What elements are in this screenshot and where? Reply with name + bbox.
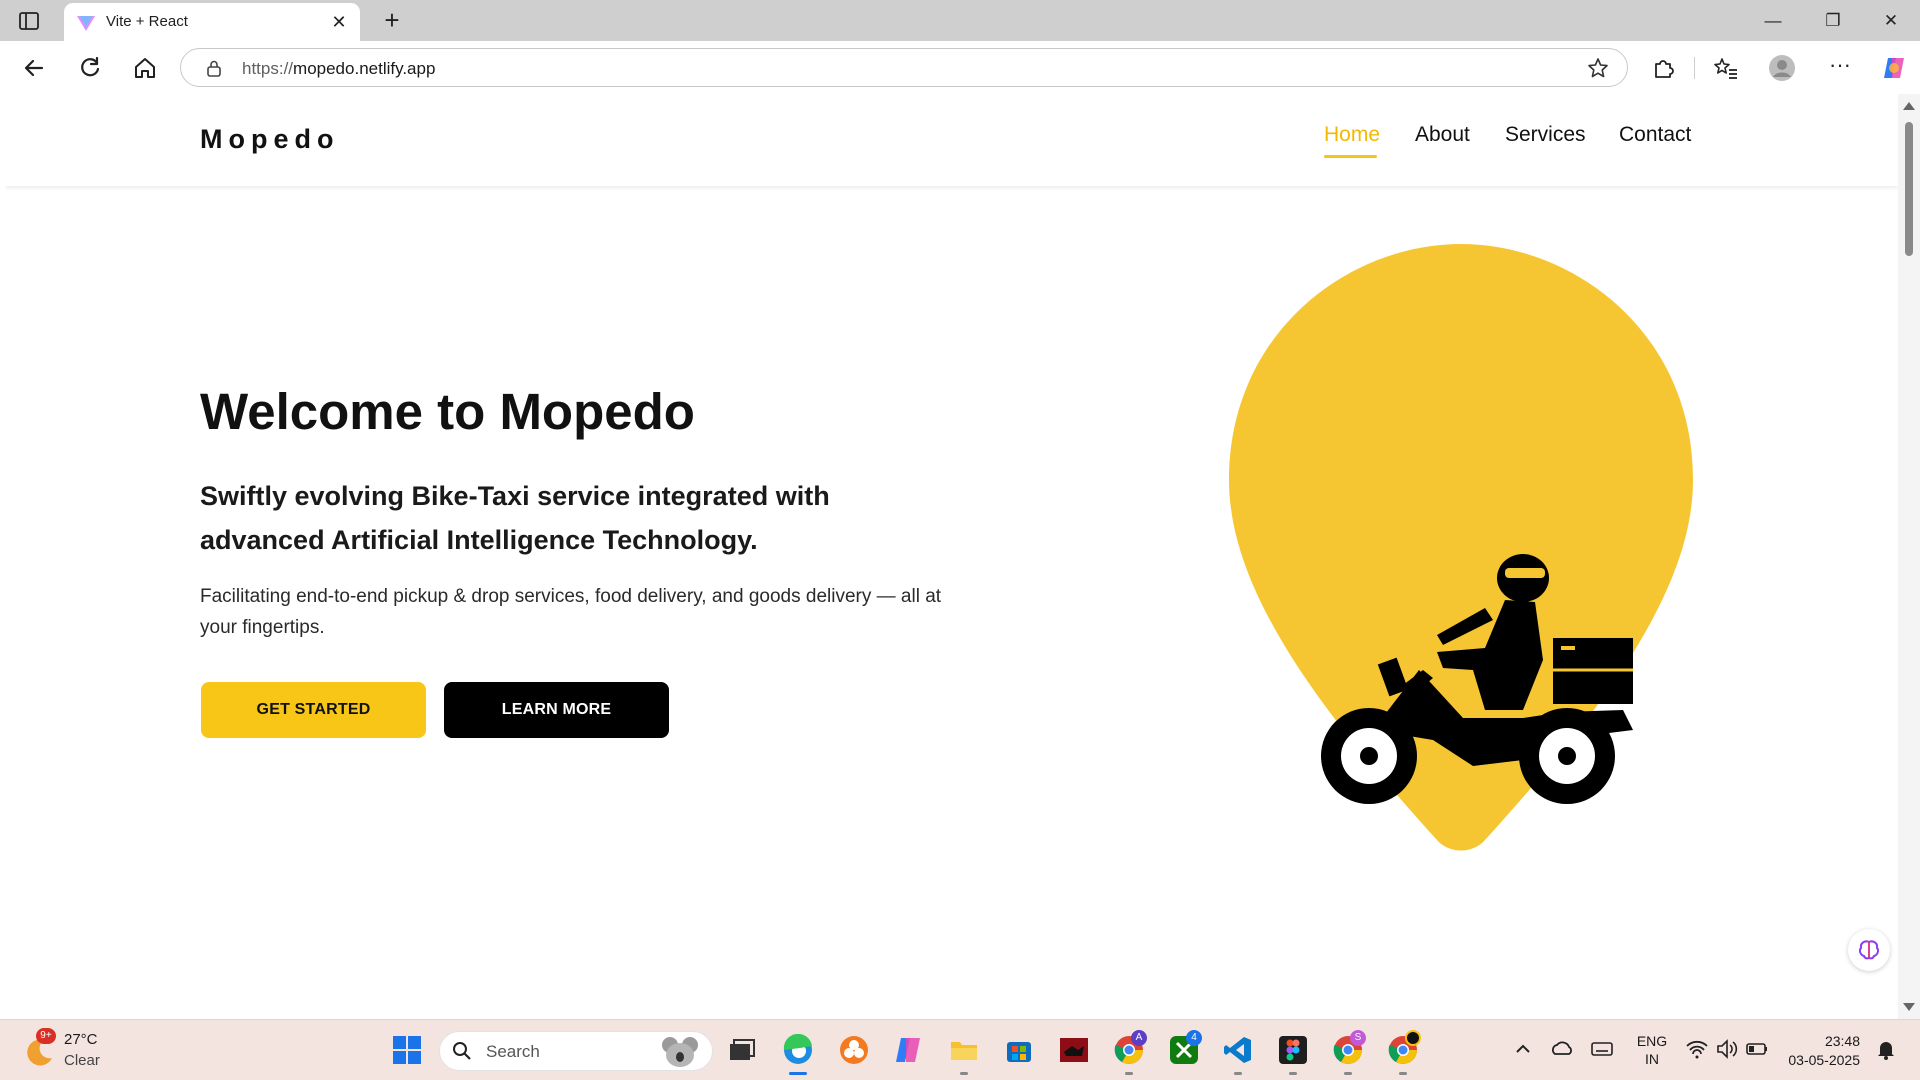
keyboard-icon[interactable] <box>1589 1036 1615 1062</box>
notification-bell-icon[interactable] <box>1873 1036 1899 1062</box>
weather-badge: 9+ <box>36 1028 56 1044</box>
back-icon[interactable] <box>20 54 48 82</box>
address-bar[interactable]: https://mopedo.netlify.app <box>180 48 1628 87</box>
scroll-up-arrow-icon[interactable] <box>1903 102 1915 110</box>
figma-open-indicator <box>1289 1072 1297 1075</box>
ai-assistant-button[interactable] <box>1848 929 1890 971</box>
language-indicator[interactable]: ENG IN <box>1635 1032 1669 1068</box>
copilot-icon[interactable] <box>1880 54 1908 82</box>
windows-start-icon[interactable] <box>391 1034 423 1066</box>
home-icon[interactable] <box>131 54 159 82</box>
brain-icon <box>1859 940 1879 960</box>
file-explorer-icon[interactable] <box>948 1034 980 1066</box>
favorite-star-icon[interactable] <box>1587 57 1609 79</box>
url-text[interactable]: https://mopedo.netlify.app <box>242 59 435 79</box>
chrome-dev-badge <box>1405 1030 1421 1046</box>
figma-icon[interactable] <box>1277 1034 1309 1066</box>
favorites-icon[interactable] <box>1712 54 1740 82</box>
restore-icon[interactable]: ❐ <box>1816 8 1850 34</box>
site-header: Mopedo Home About Services Contact <box>5 94 1898 186</box>
nav-about[interactable]: About <box>1415 123 1470 147</box>
new-tab-icon[interactable]: + <box>378 7 406 35</box>
xbox-badge: 4 <box>1186 1030 1202 1046</box>
edge-icon[interactable] <box>782 1034 814 1066</box>
nav-home[interactable]: Home <box>1324 123 1380 147</box>
clock[interactable]: 23:48 03-05-2025 <box>1780 1032 1860 1070</box>
volume-icon[interactable] <box>1714 1036 1740 1062</box>
get-started-button[interactable]: GET STARTED <box>201 682 426 738</box>
taskbar: 9+ 27°C Clear Search A 4 S ENG IN 23:48 … <box>0 1019 1920 1080</box>
bike-delivery-illustration <box>1229 244 1693 851</box>
toolbar-divider <box>1694 57 1695 79</box>
battery-icon[interactable] <box>1744 1036 1770 1062</box>
task-view-icon[interactable] <box>725 1034 757 1066</box>
vscode-icon[interactable] <box>1222 1034 1254 1066</box>
minimize-icon[interactable]: — <box>1756 8 1790 34</box>
hero-description: Facilitating end-to-end pickup & drop se… <box>200 586 942 638</box>
onedrive-icon[interactable] <box>1549 1036 1575 1062</box>
refresh-icon[interactable] <box>76 54 104 82</box>
chrome-s-badge: S <box>1350 1030 1366 1046</box>
more-menu-icon[interactable]: ··· <box>1826 54 1854 82</box>
koala-illustration-icon <box>662 1037 698 1067</box>
app-red-icon[interactable] <box>1058 1034 1090 1066</box>
close-window-icon[interactable]: ✕ <box>1874 8 1908 34</box>
extensions-icon[interactable] <box>1650 54 1678 82</box>
hero-subtitle: Swiftly evolving Bike-Taxi service integ… <box>200 481 830 555</box>
tab-strip: Vite + React ✕ + — ❐ ✕ <box>0 0 1920 41</box>
chrome-profile-open-indicator <box>1344 1072 1352 1075</box>
profile-avatar-icon[interactable] <box>1768 54 1796 82</box>
search-icon <box>453 1042 471 1060</box>
vscode-open-indicator <box>1234 1072 1242 1075</box>
vite-favicon-icon <box>77 16 95 31</box>
site-logo[interactable]: Mopedo <box>200 124 339 155</box>
wifi-icon[interactable] <box>1684 1036 1710 1062</box>
chrome-profile-badge: A <box>1131 1030 1147 1046</box>
learn-more-button[interactable]: LEARN MORE <box>444 682 669 738</box>
tab-actions-icon[interactable] <box>18 10 40 32</box>
nav-contact[interactable]: Contact <box>1619 123 1691 147</box>
tab-title: Vite + React <box>106 13 188 30</box>
scroll-down-arrow-icon[interactable] <box>1903 1003 1915 1011</box>
scroll-thumb[interactable] <box>1905 122 1913 256</box>
weather-temp[interactable]: 27°C <box>64 1031 98 1048</box>
office-icon[interactable] <box>838 1034 870 1066</box>
browser-tab-active[interactable]: Vite + React ✕ <box>64 3 360 41</box>
store-icon[interactable] <box>1003 1034 1035 1066</box>
address-toolbar: https://mopedo.netlify.app ··· <box>0 41 1920 94</box>
hero-title: Welcome to Mopedo <box>200 383 695 440</box>
page-scrollbar[interactable] <box>1898 94 1920 1019</box>
chevron-up-icon[interactable] <box>1510 1036 1536 1062</box>
copilot-app-icon[interactable] <box>892 1034 924 1066</box>
tab-close-icon[interactable]: ✕ <box>328 11 350 33</box>
weather-condition[interactable]: Clear <box>64 1052 100 1069</box>
chrome-dev-open-indicator <box>1399 1072 1407 1075</box>
nav-active-indicator <box>1324 155 1377 158</box>
explorer-open-indicator <box>960 1072 968 1075</box>
search-placeholder: Search <box>486 1042 540 1061</box>
nav-services[interactable]: Services <box>1505 123 1586 147</box>
taskbar-search[interactable]: Search <box>439 1031 713 1071</box>
edge-active-indicator <box>789 1072 807 1075</box>
chrome-open-indicator <box>1125 1072 1133 1075</box>
page-viewport: Mopedo Home About Services Contact Welco… <box>5 94 1898 1019</box>
site-info-icon[interactable] <box>205 59 223 77</box>
